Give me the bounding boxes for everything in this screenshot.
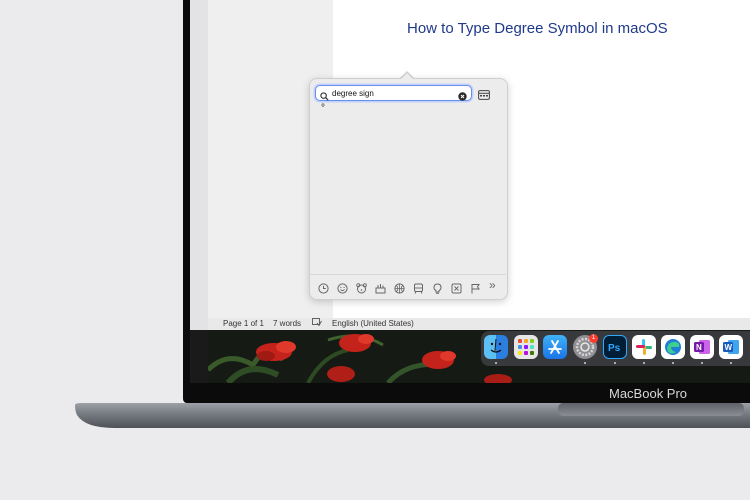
- laptop-model-label: MacBook Pro: [609, 386, 688, 401]
- finder-icon[interactable]: [484, 335, 508, 359]
- smileys-icon[interactable]: [337, 281, 348, 299]
- running-indicator: [730, 362, 732, 364]
- svg-text:Ps: Ps: [608, 343, 621, 354]
- word-status-bar: Page 1 of 1 7 words English (United Stat…: [208, 318, 750, 330]
- app-store-icon[interactable]: [543, 335, 567, 359]
- popover-arrow: [400, 72, 414, 80]
- degree-symbol-result[interactable]: °: [321, 103, 325, 114]
- running-indicator: [672, 362, 674, 364]
- more-icon[interactable]: »: [489, 278, 496, 292]
- edge-icon[interactable]: [661, 335, 685, 359]
- word-icon[interactable]: W: [719, 335, 743, 359]
- clear-search-icon[interactable]: [458, 88, 467, 106]
- onenote-icon[interactable]: N: [690, 335, 714, 359]
- proofing-icon[interactable]: [312, 318, 322, 329]
- photoshop-icon[interactable]: Ps: [603, 335, 627, 359]
- activity-icon[interactable]: [394, 281, 405, 299]
- word-left-edge: [190, 0, 208, 330]
- expand-character-viewer-icon[interactable]: [478, 87, 490, 105]
- recent-icon[interactable]: [318, 281, 329, 299]
- launchpad-icon[interactable]: [514, 335, 538, 359]
- character-viewer-popover: [309, 78, 508, 300]
- flags-icon[interactable]: [470, 281, 481, 299]
- svg-text:N: N: [696, 343, 702, 352]
- emoji-search-field[interactable]: [315, 85, 472, 101]
- notification-badge: 1: [589, 334, 598, 343]
- category-bar: »: [310, 274, 506, 299]
- slack-icon[interactable]: [632, 335, 656, 359]
- search-input[interactable]: [332, 86, 452, 100]
- running-indicator: [643, 362, 645, 364]
- running-indicator: [614, 362, 616, 364]
- running-indicator: [701, 362, 703, 364]
- svg-text:W: W: [725, 343, 733, 352]
- running-indicator: [495, 362, 497, 364]
- running-indicator: [584, 362, 586, 364]
- symbols-icon[interactable]: [451, 281, 462, 299]
- word-count[interactable]: 7 words: [273, 319, 301, 328]
- page-count[interactable]: Page 1 of 1: [223, 319, 264, 328]
- objects-icon[interactable]: [432, 281, 443, 299]
- travel-icon[interactable]: [413, 281, 424, 299]
- food-icon[interactable]: [375, 281, 386, 299]
- laptop-base: [75, 403, 750, 433]
- document-title: How to Type Degree Symbol in macOS: [407, 20, 668, 37]
- language-indicator[interactable]: English (United States): [332, 319, 414, 328]
- animals-icon[interactable]: [356, 281, 367, 299]
